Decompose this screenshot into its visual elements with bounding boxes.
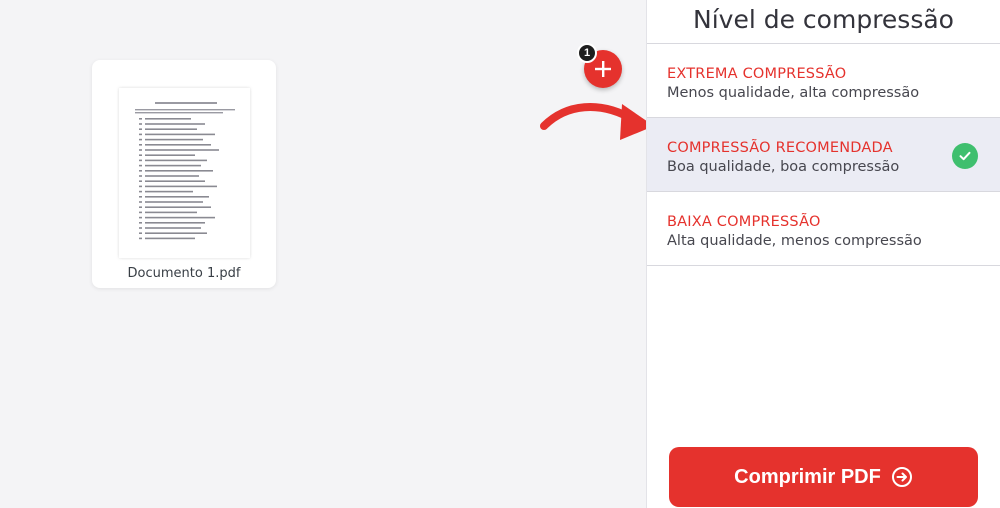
check-circle-icon	[952, 143, 978, 169]
option-title: BAIXA COMPRESSÃO	[667, 214, 821, 230]
option-recommended-compression[interactable]: COMPRESSÃO RECOMENDADA Boa qualidade, bo…	[647, 118, 1000, 192]
option-subtitle: Menos qualidade, alta compressão	[667, 85, 920, 101]
compression-sidebar: Nível de compressão EXTREMA COMPRESSÃO M…	[646, 0, 1000, 508]
option-subtitle: Boa qualidade, boa compressão	[667, 159, 900, 175]
option-extreme-compression[interactable]: EXTREMA COMPRESSÃO Menos qualidade, alta…	[647, 44, 1000, 118]
curved-arrow-icon	[540, 103, 654, 140]
file-count-badge: 1	[577, 43, 597, 63]
plus-icon	[595, 61, 611, 77]
compress-pdf-button[interactable]: Comprimir PDF	[669, 447, 978, 507]
arrow-right-circle-icon	[891, 466, 913, 488]
compress-pdf-label: Comprimir PDF	[734, 465, 881, 488]
file-name: Documento 1.pdf	[127, 266, 241, 281]
sidebar-title: Nível de compressão	[647, 0, 1000, 44]
file-card[interactable]: Documento 1.pdf	[92, 60, 276, 288]
pdf-thumbnail	[119, 88, 250, 258]
option-title: COMPRESSÃO RECOMENDADA	[667, 140, 893, 156]
option-subtitle: Alta qualidade, menos compressão	[667, 233, 922, 249]
file-workspace: Documento 1.pdf 1	[0, 0, 654, 508]
option-title: EXTREMA COMPRESSÃO	[667, 66, 847, 82]
option-low-compression[interactable]: BAIXA COMPRESSÃO Alta qualidade, menos c…	[647, 192, 1000, 266]
